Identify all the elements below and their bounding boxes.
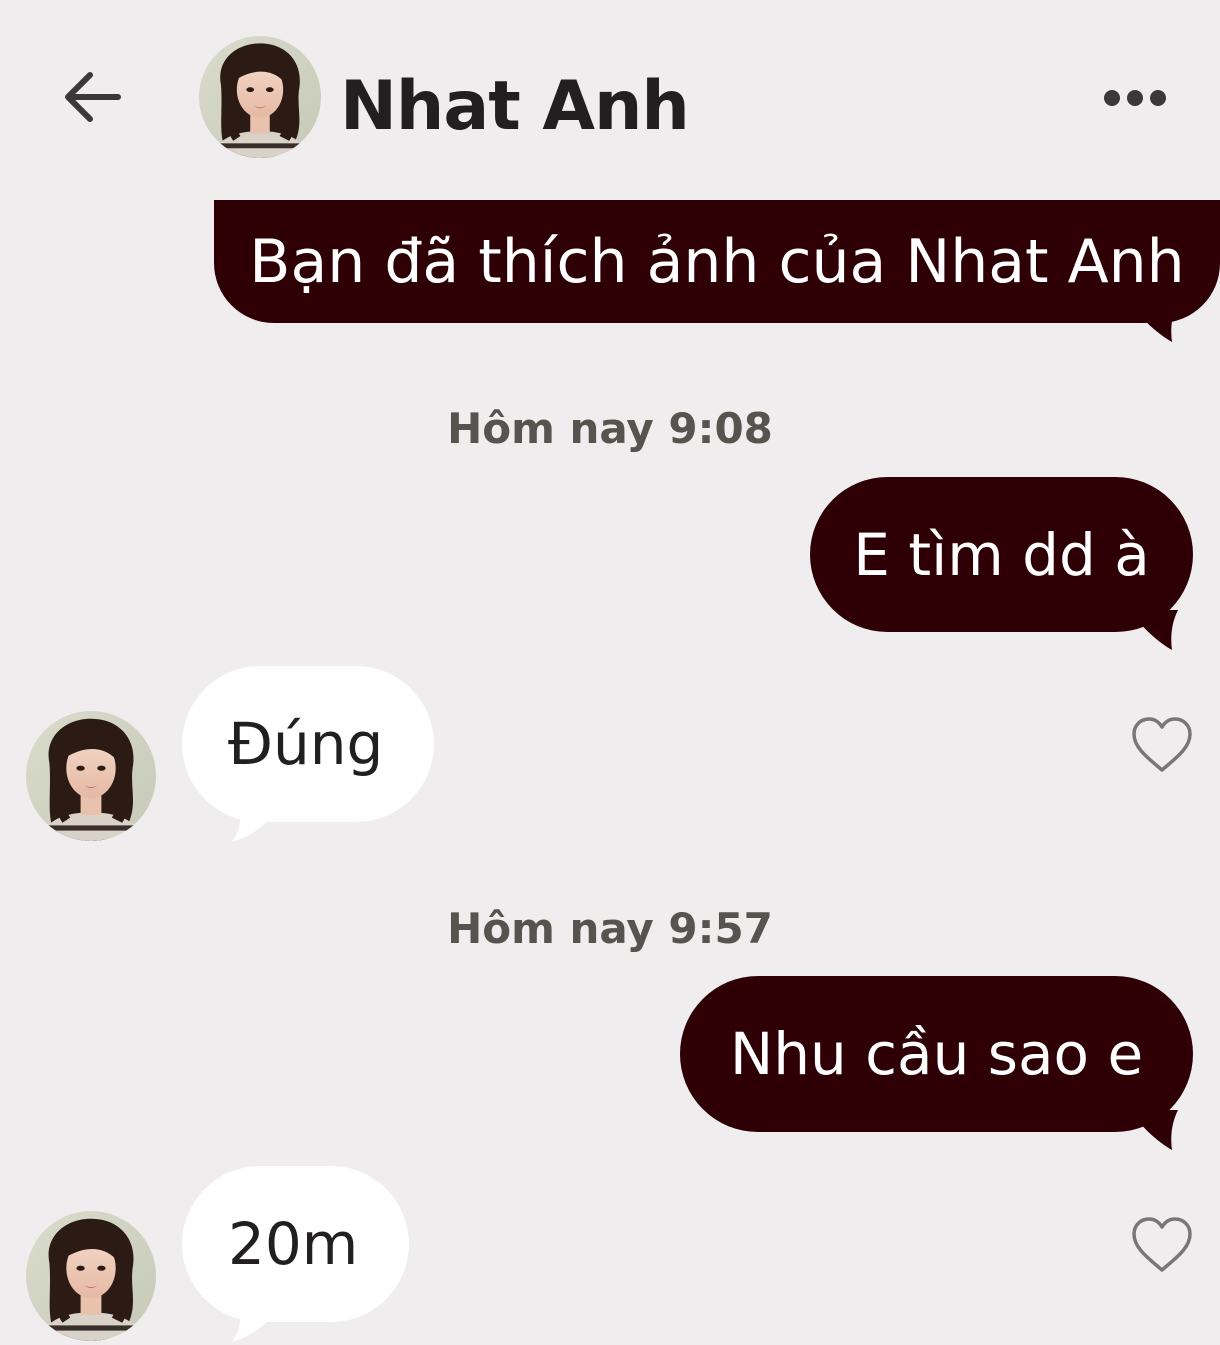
back-button[interactable] — [58, 66, 124, 128]
bubble-tail — [1130, 302, 1178, 342]
message-text: Bạn đã thích ảnh của Nhat Anh — [249, 226, 1185, 297]
sent-message-bubble[interactable]: E tìm dd à — [810, 477, 1193, 632]
like-button[interactable] — [1130, 716, 1194, 776]
chat-header: Nhat Anh — [0, 0, 1220, 190]
bubble-tail — [1130, 1110, 1178, 1150]
timestamp: Hôm nay 9:57 — [447, 904, 773, 953]
message-text: Nhu cầu sao e — [729, 1020, 1144, 1088]
received-message-bubble[interactable]: Đúng — [182, 666, 434, 822]
message-text: Đúng — [228, 710, 384, 778]
like-button[interactable] — [1130, 1216, 1194, 1276]
message-text: E tìm dd à — [853, 520, 1150, 589]
heart-outline-icon — [1132, 717, 1192, 772]
bubble-tail — [232, 1302, 284, 1342]
heart-outline-icon — [1132, 1217, 1192, 1272]
bubble-tail — [1130, 610, 1178, 650]
message-text: 20m — [228, 1210, 359, 1278]
sent-message-bubble[interactable]: Nhu cầu sao e — [680, 976, 1193, 1132]
contact-avatar[interactable] — [26, 711, 156, 841]
contact-name[interactable]: Nhat Anh — [340, 62, 690, 152]
sent-message-bubble[interactable]: Bạn đã thích ảnh của Nhat Anh — [214, 200, 1220, 323]
contact-avatar[interactable] — [26, 1211, 156, 1341]
arrow-left-icon — [65, 72, 121, 122]
more-options-button[interactable] — [1096, 78, 1176, 118]
contact-avatar[interactable] — [199, 36, 321, 158]
more-horizontal-icon — [1104, 90, 1166, 106]
timestamp: Hôm nay 9:08 — [447, 404, 773, 453]
received-message-bubble[interactable]: 20m — [182, 1166, 409, 1322]
bubble-tail — [232, 802, 284, 842]
